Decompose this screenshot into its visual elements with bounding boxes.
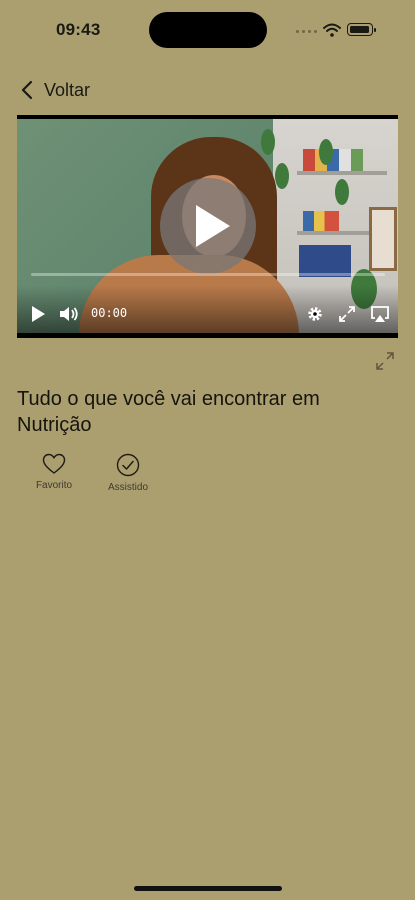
home-indicator[interactable] bbox=[134, 886, 282, 891]
heart-icon bbox=[42, 453, 66, 474]
watched-label: Assistido bbox=[107, 482, 148, 493]
dynamic-island bbox=[149, 12, 267, 48]
fullscreen-icon[interactable] bbox=[338, 305, 356, 323]
back-label: Voltar bbox=[44, 79, 91, 100]
expand-icon[interactable] bbox=[374, 350, 396, 372]
play-icon[interactable] bbox=[30, 305, 46, 323]
favorite-button[interactable]: Favorito bbox=[24, 453, 84, 491]
wifi-icon bbox=[323, 23, 341, 37]
watched-button[interactable]: Assistido bbox=[98, 453, 158, 493]
signal-dots-icon bbox=[296, 30, 318, 34]
play-overlay-button[interactable] bbox=[160, 178, 256, 274]
battery-icon bbox=[347, 23, 376, 36]
time-code: 00:00 bbox=[91, 306, 128, 320]
status-time: 09:43 bbox=[56, 20, 101, 39]
volume-icon[interactable] bbox=[59, 305, 79, 323]
video-player[interactable]: 00:00 bbox=[17, 115, 398, 338]
settings-icon[interactable] bbox=[306, 305, 324, 323]
status-bar: 09:43 bbox=[0, 0, 415, 60]
chevron-left-icon bbox=[21, 80, 33, 100]
progress-bar[interactable] bbox=[31, 273, 385, 276]
play-icon bbox=[196, 205, 230, 247]
favorite-label: Favorito bbox=[35, 480, 73, 491]
check-circle-icon bbox=[116, 453, 140, 477]
airplay-icon[interactable] bbox=[370, 305, 390, 323]
back-button[interactable]: Voltar bbox=[20, 76, 90, 104]
video-title: Tudo o que você vai encontrar em Nutriçã… bbox=[17, 388, 320, 436]
